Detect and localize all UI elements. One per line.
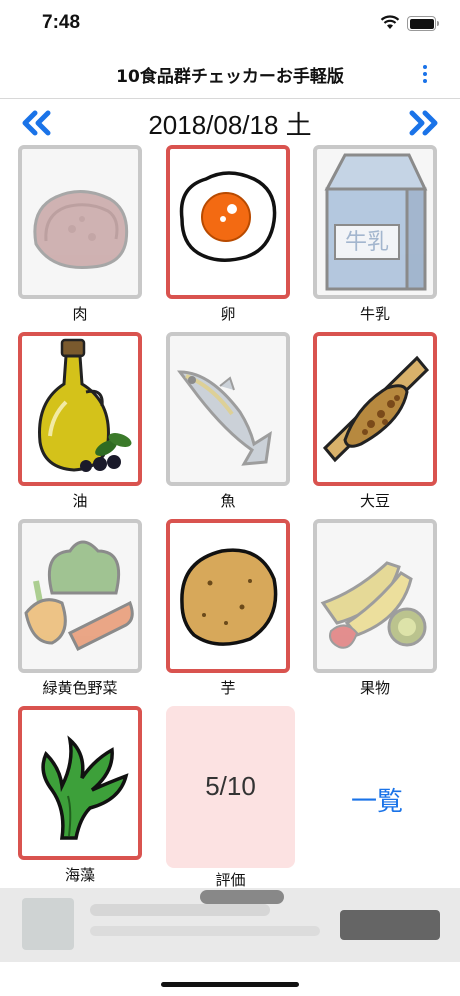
fish-icon (176, 370, 272, 466)
ad-banner[interactable] (0, 888, 460, 962)
food-tile-seaweed[interactable]: 海藻 (18, 706, 142, 884)
meat-icon (33, 190, 129, 270)
food-tile-fruit[interactable]: 果物 (313, 519, 437, 697)
fruit-icon (320, 561, 427, 649)
score-panel: 5/10 (166, 706, 295, 868)
food-label: 牛乳 (359, 305, 390, 323)
food-label: 海藻 (64, 866, 95, 884)
list-button[interactable]: 一覧 (313, 781, 441, 818)
food-label: 緑黄色野菜 (42, 679, 118, 697)
current-date: 2018/08/18 土 (148, 110, 312, 140)
food-label: 卵 (220, 305, 236, 323)
app-title: 10食品群チェッカーお手軽版 (116, 67, 344, 87)
egg-icon (179, 171, 277, 262)
more-menu-icon[interactable] (417, 60, 433, 88)
status-bar: 7:48 (0, 0, 460, 50)
wifi-icon (380, 15, 400, 29)
battery-icon (407, 16, 439, 31)
potato-icon (180, 548, 278, 646)
milk-icon: 牛乳 (324, 153, 428, 291)
milk-carton-text: 牛乳 (345, 230, 389, 255)
food-label: 油 (72, 492, 88, 510)
food-label: 果物 (359, 679, 390, 697)
food-tile-potato[interactable]: 芋 (166, 519, 290, 697)
next-day-icon[interactable] (406, 110, 440, 136)
score-value: 5/10 (205, 771, 256, 801)
natto-icon (322, 355, 430, 463)
food-tile-soybean[interactable]: 大豆 (313, 332, 437, 510)
seaweed-icon (41, 735, 129, 840)
score-label: 評価 (215, 871, 246, 889)
food-label: 魚 (220, 492, 236, 510)
food-label: 大豆 (359, 492, 390, 510)
food-label: 肉 (72, 305, 88, 323)
status-time: 7:48 (42, 12, 81, 33)
oil-icon (38, 338, 132, 472)
food-tile-oil[interactable]: 油 (18, 332, 142, 510)
food-label: 芋 (220, 679, 236, 697)
date-navigation: 2018/08/18 土 (0, 104, 460, 140)
food-tile-egg[interactable]: 卵 (166, 145, 290, 323)
food-tile-meat[interactable]: 肉 (18, 145, 142, 323)
food-tile-fish[interactable]: 魚 (166, 332, 290, 510)
navigation-bar: 10食品群チェッカーお手軽版 (0, 50, 460, 99)
food-tile-milk[interactable]: 牛乳 牛乳 (313, 145, 437, 323)
food-tile-vegetables[interactable]: 緑黄色野菜 (18, 519, 142, 697)
vegetables-icon (24, 540, 134, 652)
home-indicator (161, 982, 299, 987)
